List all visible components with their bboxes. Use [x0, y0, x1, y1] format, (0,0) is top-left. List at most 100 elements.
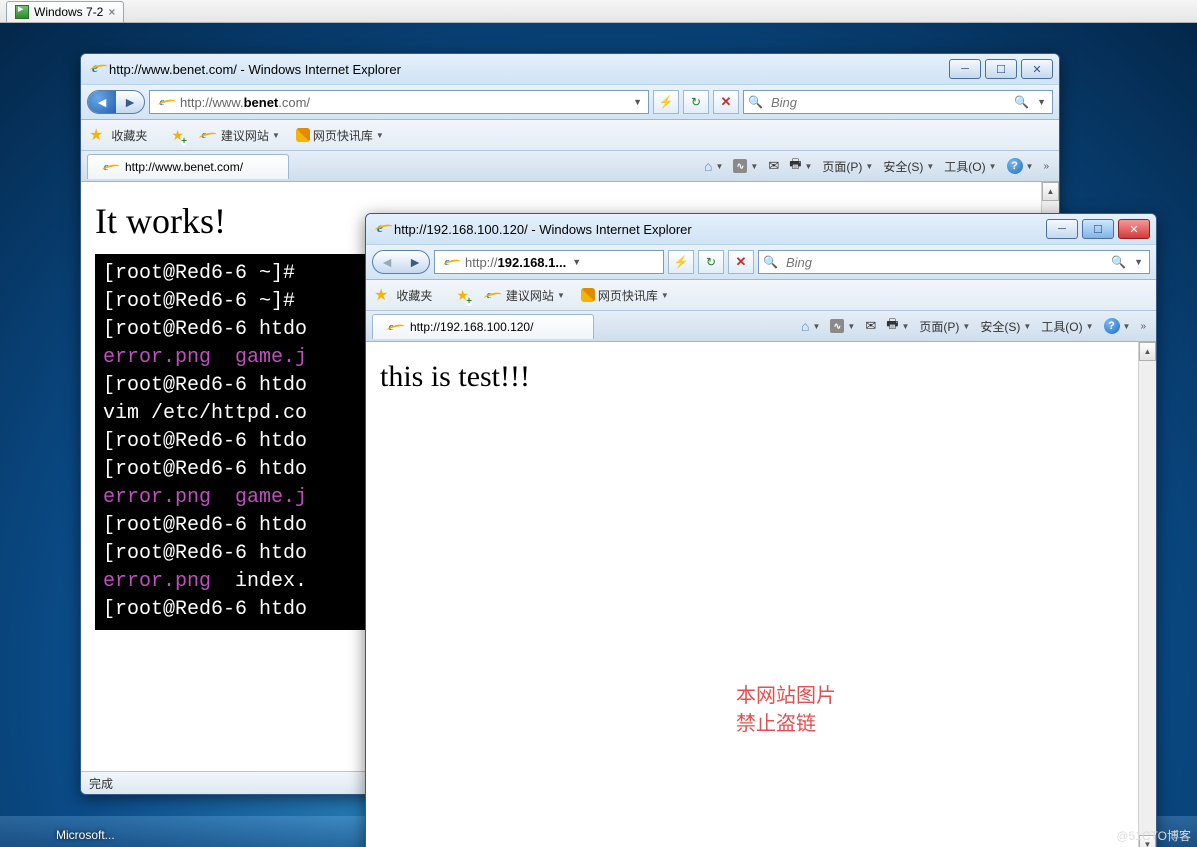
titlebar[interactable]: e http://192.168.100.120/ - Windows Inte… [366, 214, 1156, 244]
add-favorite-icon[interactable]: ★ [171, 127, 184, 144]
forward-button[interactable]: ► [401, 251, 429, 273]
feeds-button[interactable]: ∿▼ [826, 317, 859, 335]
tools-menu[interactable]: 工具(O)▼ [1037, 316, 1097, 337]
tab-command-bar: e http://192.168.100.120/ ⌂▼ ∿▼ ✉ 🖶▼ 页面(… [366, 311, 1156, 342]
favorites-bar: ★ 收藏夹 ★ e 建议网站 ▼ 网页快讯库 ▼ [366, 280, 1156, 311]
search-bar[interactable]: 🔍 🔍 ▼ [758, 250, 1150, 274]
web-slice-link[interactable]: 网页快讯库 ▼ [292, 125, 388, 146]
tab-favicon-icon: e [98, 159, 114, 175]
read-mail-button[interactable]: ✉ [861, 316, 880, 336]
scroll-up-icon[interactable]: ▲ [1139, 342, 1156, 361]
refresh-button[interactable]: ↻ [683, 90, 709, 114]
minimize-button[interactable]: ─ [949, 59, 981, 79]
ie-favicon-icon: e [481, 287, 497, 303]
home-button[interactable]: ⌂▼ [700, 156, 727, 176]
page-menu[interactable]: 页面(P)▼ [818, 156, 877, 177]
window-title: http://www.benet.com/ - Windows Internet… [109, 62, 949, 77]
favorites-label[interactable]: 收藏夹 [396, 287, 432, 304]
maximize-button[interactable]: ☐ [1082, 219, 1114, 239]
vm-tab[interactable]: Windows 7-2 × [6, 1, 124, 22]
tab-label: http://www.benet.com/ [125, 160, 243, 174]
page-menu[interactable]: 页面(P)▼ [915, 316, 974, 337]
taskbar-app-label[interactable]: Microsoft... [56, 828, 115, 842]
nav-back-forward: ◄ ► [372, 250, 430, 274]
image-watermark: @51CTO博客 [1116, 827, 1191, 844]
page-favicon-icon: e [154, 94, 170, 110]
address-dropdown-icon[interactable]: ▼ [570, 257, 583, 267]
forward-button[interactable]: ► [116, 91, 144, 113]
print-button[interactable]: 🖶▼ [882, 313, 913, 339]
web-slice-icon [581, 288, 595, 302]
back-button[interactable]: ◄ [373, 251, 401, 273]
search-input[interactable] [784, 254, 1105, 271]
search-go-icon[interactable]: 🔍 [1111, 255, 1126, 269]
suggested-sites-link[interactable]: e 建议网站 ▼ [477, 285, 569, 306]
address-text: http://192.168.1... [465, 255, 566, 270]
favorites-label[interactable]: 收藏夹 [111, 127, 147, 144]
feeds-button[interactable]: ∿▼ [729, 157, 762, 175]
search-dropdown-icon[interactable]: ▼ [1035, 97, 1048, 107]
tab-command-bar: e http://www.benet.com/ ⌂▼ ∿▼ ✉ 🖶▼ 页面(P)… [81, 151, 1059, 182]
address-dropdown-icon[interactable]: ▼ [631, 97, 644, 107]
vm-icon [15, 5, 29, 19]
expand-toolbar-icon[interactable]: » [1039, 161, 1053, 172]
chevron-down-icon: ▼ [272, 131, 280, 140]
compat-view-button[interactable]: ⚡ [668, 250, 694, 274]
favorites-bar: ★ 收藏夹 ★ e 建议网站 ▼ 网页快讯库 ▼ [81, 120, 1059, 151]
vertical-scrollbar[interactable]: ▲ ▼ [1138, 342, 1156, 847]
nav-back-forward: ◄ ► [87, 90, 145, 114]
home-button[interactable]: ⌂▼ [797, 316, 824, 336]
tab-label: http://192.168.100.120/ [410, 320, 533, 334]
vm-tab-close-icon[interactable]: × [108, 5, 115, 19]
page-heading: this is test!!! [380, 360, 1125, 394]
page-tab[interactable]: e http://192.168.100.120/ [372, 314, 594, 339]
tab-favicon-icon: e [383, 319, 399, 335]
safety-menu[interactable]: 安全(S)▼ [976, 316, 1035, 337]
help-button[interactable]: ?▼ [1100, 316, 1135, 336]
ie-favicon-icon: e [196, 127, 212, 143]
window-title: http://192.168.100.120/ - Windows Intern… [394, 222, 1046, 237]
web-slice-link[interactable]: 网页快讯库 ▼ [577, 285, 673, 306]
add-favorite-icon[interactable]: ★ [456, 287, 469, 304]
expand-toolbar-icon[interactable]: » [1136, 321, 1150, 332]
page-tab[interactable]: e http://www.benet.com/ [87, 154, 289, 179]
address-text: http://www.benet.com/ [180, 95, 310, 110]
search-bar[interactable]: 🔍 🔍 ▼ [743, 90, 1053, 114]
desktop: Microsoft... e http://www.benet.com/ - W… [0, 23, 1197, 847]
tools-menu[interactable]: 工具(O)▼ [940, 156, 1000, 177]
chevron-down-icon: ▼ [376, 131, 384, 140]
page-favicon-icon: e [439, 254, 455, 270]
scroll-up-icon[interactable]: ▲ [1042, 182, 1059, 201]
help-button[interactable]: ?▼ [1003, 156, 1038, 176]
vm-tab-strip: Windows 7-2 × [0, 0, 1197, 23]
close-button[interactable]: ✕ [1021, 59, 1053, 79]
search-dropdown-icon[interactable]: ▼ [1132, 257, 1145, 267]
stop-button[interactable]: ✕ [713, 90, 739, 114]
safety-menu[interactable]: 安全(S)▼ [879, 156, 938, 177]
stop-button[interactable]: ✕ [728, 250, 754, 274]
titlebar[interactable]: e http://www.benet.com/ - Windows Intern… [81, 54, 1059, 84]
suggested-sites-link[interactable]: e 建议网站 ▼ [192, 125, 284, 146]
nav-toolbar: ◄ ► e http://www.benet.com/ ▼ ⚡ ↻ ✕ 🔍 🔍 … [81, 84, 1059, 120]
favorites-star-icon[interactable]: ★ [374, 285, 388, 305]
back-button[interactable]: ◄ [88, 91, 116, 113]
compat-view-button[interactable]: ⚡ [653, 90, 679, 114]
ie-logo-icon: e [87, 61, 103, 77]
status-text: 完成 [89, 775, 113, 792]
close-button[interactable]: ✕ [1118, 219, 1150, 239]
print-button[interactable]: 🖶▼ [785, 153, 816, 179]
maximize-button[interactable]: ☐ [985, 59, 1017, 79]
vm-tab-label: Windows 7-2 [34, 5, 103, 19]
address-bar[interactable]: e http://www.benet.com/ ▼ [149, 90, 649, 114]
page-content: this is test!!! 本网站图片 禁止盗链 ▲ ▼ [366, 342, 1156, 847]
chevron-down-icon: ▼ [661, 291, 669, 300]
refresh-button[interactable]: ↻ [698, 250, 724, 274]
address-bar[interactable]: e http://192.168.1... ▼ [434, 250, 664, 274]
favorites-star-icon[interactable]: ★ [89, 125, 103, 145]
minimize-button[interactable]: ─ [1046, 219, 1078, 239]
hotlink-warning: 本网站图片 禁止盗链 [736, 682, 836, 738]
search-icon: 🔍 [748, 95, 763, 109]
read-mail-button[interactable]: ✉ [764, 156, 783, 176]
search-input[interactable] [769, 94, 1008, 111]
search-go-icon[interactable]: 🔍 [1014, 95, 1029, 109]
